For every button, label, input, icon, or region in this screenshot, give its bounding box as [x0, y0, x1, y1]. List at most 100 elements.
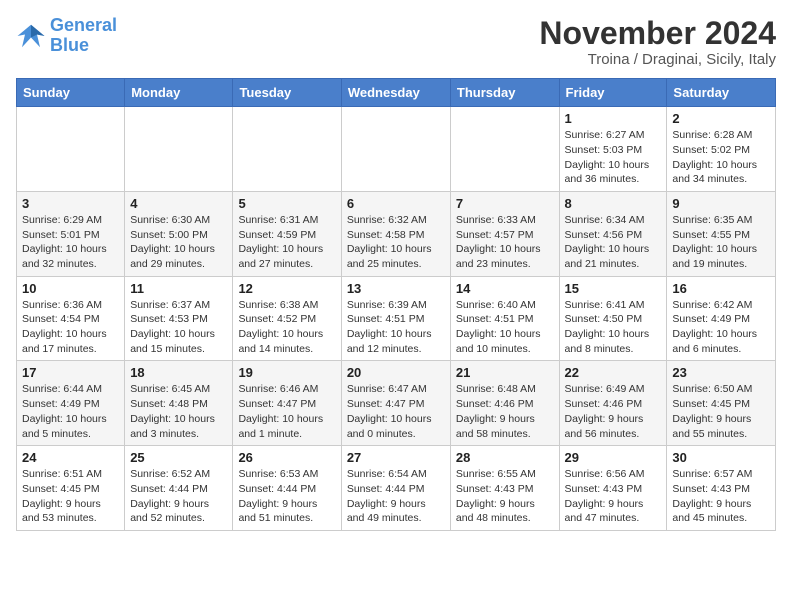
day-info: Sunrise: 6:30 AM Sunset: 5:00 PM Dayligh… — [130, 213, 227, 272]
day-number: 20 — [347, 365, 445, 380]
day-number: 14 — [456, 281, 554, 296]
table-row — [450, 107, 559, 192]
day-number: 18 — [130, 365, 227, 380]
table-row: 25Sunrise: 6:52 AM Sunset: 4:44 PM Dayli… — [125, 446, 233, 531]
table-row: 17 Sunrise: 6:44 AM Sunset: 4:49 PM Dayli… — [17, 361, 125, 446]
table-row: 15 Sunrise: 6:41 AM Sunset: 4:50 PM Dayli… — [559, 276, 667, 361]
header-monday: Monday — [125, 79, 233, 107]
table-row — [125, 107, 233, 192]
day-info: Sunrise: 6:56 AM Sunset: 4:43 PM Dayligh… — [565, 467, 662, 526]
table-row: 29 Sunrise: 6:56 AM Sunset: 4:43 PM Dayli… — [559, 446, 667, 531]
day-number: 30 — [672, 450, 770, 465]
day-number: 4 — [130, 196, 227, 211]
day-number: 12 — [238, 281, 335, 296]
table-row: 5Sunrise: 6:31 AM Sunset: 4:59 PM Daylig… — [233, 191, 341, 276]
header-friday: Friday — [559, 79, 667, 107]
calendar-week-row: 3 Sunrise: 6:29 AM Sunset: 5:01 PM Daylig… — [17, 191, 776, 276]
table-row: 3 Sunrise: 6:29 AM Sunset: 5:01 PM Daylig… — [17, 191, 125, 276]
day-number: 23 — [672, 365, 770, 380]
day-number: 7 — [456, 196, 554, 211]
day-info: Sunrise: 6:34 AM Sunset: 4:56 PM Dayligh… — [565, 213, 662, 272]
day-info: Sunrise: 6:42 AM Sunset: 4:49 PM Dayligh… — [672, 298, 770, 357]
calendar-week-row: 10 Sunrise: 6:36 AM Sunset: 4:54 PM Dayli… — [17, 276, 776, 361]
day-info: Sunrise: 6:48 AM Sunset: 4:46 PM Dayligh… — [456, 382, 554, 441]
day-info: Sunrise: 6:37 AM Sunset: 4:53 PM Dayligh… — [130, 298, 227, 357]
calendar-week-row: 1 Sunrise: 6:27 AM Sunset: 5:03 PM Daylig… — [17, 107, 776, 192]
day-info: Sunrise: 6:46 AM Sunset: 4:47 PM Dayligh… — [238, 382, 335, 441]
page-header: General Blue November 2024 Troina / Drag… — [16, 16, 776, 68]
table-row — [17, 107, 125, 192]
day-info: Sunrise: 6:39 AM Sunset: 4:51 PM Dayligh… — [347, 298, 445, 357]
table-row: 4 Sunrise: 6:30 AM Sunset: 5:00 PM Daylig… — [125, 191, 233, 276]
day-info: Sunrise: 6:55 AM Sunset: 4:43 PM Dayligh… — [456, 467, 554, 526]
day-info: Sunrise: 6:47 AM Sunset: 4:47 PM Dayligh… — [347, 382, 445, 441]
table-row: 27 Sunrise: 6:54 AM Sunset: 4:44 PM Dayli… — [341, 446, 450, 531]
location-subtitle: Troina / Draginai, Sicily, Italy — [539, 51, 776, 68]
day-number: 19 — [238, 365, 335, 380]
table-row: 23 Sunrise: 6:50 AM Sunset: 4:45 PM Dayli… — [667, 361, 776, 446]
table-row: 1 Sunrise: 6:27 AM Sunset: 5:03 PM Daylig… — [559, 107, 667, 192]
day-number: 11 — [130, 281, 227, 296]
table-row: 30Sunrise: 6:57 AM Sunset: 4:43 PM Dayli… — [667, 446, 776, 531]
day-number: 1 — [565, 111, 662, 126]
day-number: 13 — [347, 281, 445, 296]
table-row: 24Sunrise: 6:51 AM Sunset: 4:45 PM Dayli… — [17, 446, 125, 531]
day-info: Sunrise: 6:33 AM Sunset: 4:57 PM Dayligh… — [456, 213, 554, 272]
header-wednesday: Wednesday — [341, 79, 450, 107]
title-block: November 2024 Troina / Draginai, Sicily,… — [539, 16, 776, 68]
day-number: 22 — [565, 365, 662, 380]
table-row: 19 Sunrise: 6:46 AM Sunset: 4:47 PM Dayli… — [233, 361, 341, 446]
day-number: 24 — [22, 450, 119, 465]
day-number: 17 — [22, 365, 119, 380]
day-info: Sunrise: 6:32 AM Sunset: 4:58 PM Dayligh… — [347, 213, 445, 272]
logo-text: General Blue — [50, 16, 117, 56]
day-number: 9 — [672, 196, 770, 211]
day-number: 28 — [456, 450, 554, 465]
table-row: 21 Sunrise: 6:48 AM Sunset: 4:46 PM Dayli… — [450, 361, 559, 446]
day-number: 2 — [672, 111, 770, 126]
day-info: Sunrise: 6:31 AM Sunset: 4:59 PM Dayligh… — [238, 213, 335, 272]
day-info: Sunrise: 6:41 AM Sunset: 4:50 PM Dayligh… — [565, 298, 662, 357]
day-info: Sunrise: 6:38 AM Sunset: 4:52 PM Dayligh… — [238, 298, 335, 357]
table-row: 18 Sunrise: 6:45 AM Sunset: 4:48 PM Dayli… — [125, 361, 233, 446]
table-row: 7 Sunrise: 6:33 AM Sunset: 4:57 PM Daylig… — [450, 191, 559, 276]
month-title: November 2024 — [539, 16, 776, 51]
table-row: 20 Sunrise: 6:47 AM Sunset: 4:47 PM Dayli… — [341, 361, 450, 446]
table-row: 10 Sunrise: 6:36 AM Sunset: 4:54 PM Dayli… — [17, 276, 125, 361]
table-row: 16 Sunrise: 6:42 AM Sunset: 4:49 PM Dayli… — [667, 276, 776, 361]
header-saturday: Saturday — [667, 79, 776, 107]
calendar-header-row: Sunday Monday Tuesday Wednesday Thursday… — [17, 79, 776, 107]
day-info: Sunrise: 6:44 AM Sunset: 4:49 PM Dayligh… — [22, 382, 119, 441]
calendar-table: Sunday Monday Tuesday Wednesday Thursday… — [16, 78, 776, 531]
day-number: 10 — [22, 281, 119, 296]
header-tuesday: Tuesday — [233, 79, 341, 107]
day-number: 3 — [22, 196, 119, 211]
table-row: 26Sunrise: 6:53 AM Sunset: 4:44 PM Dayli… — [233, 446, 341, 531]
table-row: 14Sunrise: 6:40 AM Sunset: 4:51 PM Dayli… — [450, 276, 559, 361]
logo-icon — [16, 21, 46, 51]
calendar-week-row: 17 Sunrise: 6:44 AM Sunset: 4:49 PM Dayli… — [17, 361, 776, 446]
day-info: Sunrise: 6:27 AM Sunset: 5:03 PM Dayligh… — [565, 128, 662, 187]
header-sunday: Sunday — [17, 79, 125, 107]
day-info: Sunrise: 6:50 AM Sunset: 4:45 PM Dayligh… — [672, 382, 770, 441]
table-row: 12 Sunrise: 6:38 AM Sunset: 4:52 PM Dayli… — [233, 276, 341, 361]
calendar-week-row: 24Sunrise: 6:51 AM Sunset: 4:45 PM Dayli… — [17, 446, 776, 531]
day-number: 29 — [565, 450, 662, 465]
day-info: Sunrise: 6:54 AM Sunset: 4:44 PM Dayligh… — [347, 467, 445, 526]
day-number: 21 — [456, 365, 554, 380]
header-thursday: Thursday — [450, 79, 559, 107]
day-info: Sunrise: 6:35 AM Sunset: 4:55 PM Dayligh… — [672, 213, 770, 272]
day-info: Sunrise: 6:53 AM Sunset: 4:44 PM Dayligh… — [238, 467, 335, 526]
day-info: Sunrise: 6:45 AM Sunset: 4:48 PM Dayligh… — [130, 382, 227, 441]
day-number: 27 — [347, 450, 445, 465]
day-number: 16 — [672, 281, 770, 296]
day-info: Sunrise: 6:52 AM Sunset: 4:44 PM Dayligh… — [130, 467, 227, 526]
table-row: 2Sunrise: 6:28 AM Sunset: 5:02 PM Daylig… — [667, 107, 776, 192]
day-info: Sunrise: 6:36 AM Sunset: 4:54 PM Dayligh… — [22, 298, 119, 357]
logo: General Blue — [16, 16, 117, 56]
day-number: 8 — [565, 196, 662, 211]
day-info: Sunrise: 6:29 AM Sunset: 5:01 PM Dayligh… — [22, 213, 119, 272]
table-row: 8 Sunrise: 6:34 AM Sunset: 4:56 PM Daylig… — [559, 191, 667, 276]
day-number: 15 — [565, 281, 662, 296]
table-row — [233, 107, 341, 192]
